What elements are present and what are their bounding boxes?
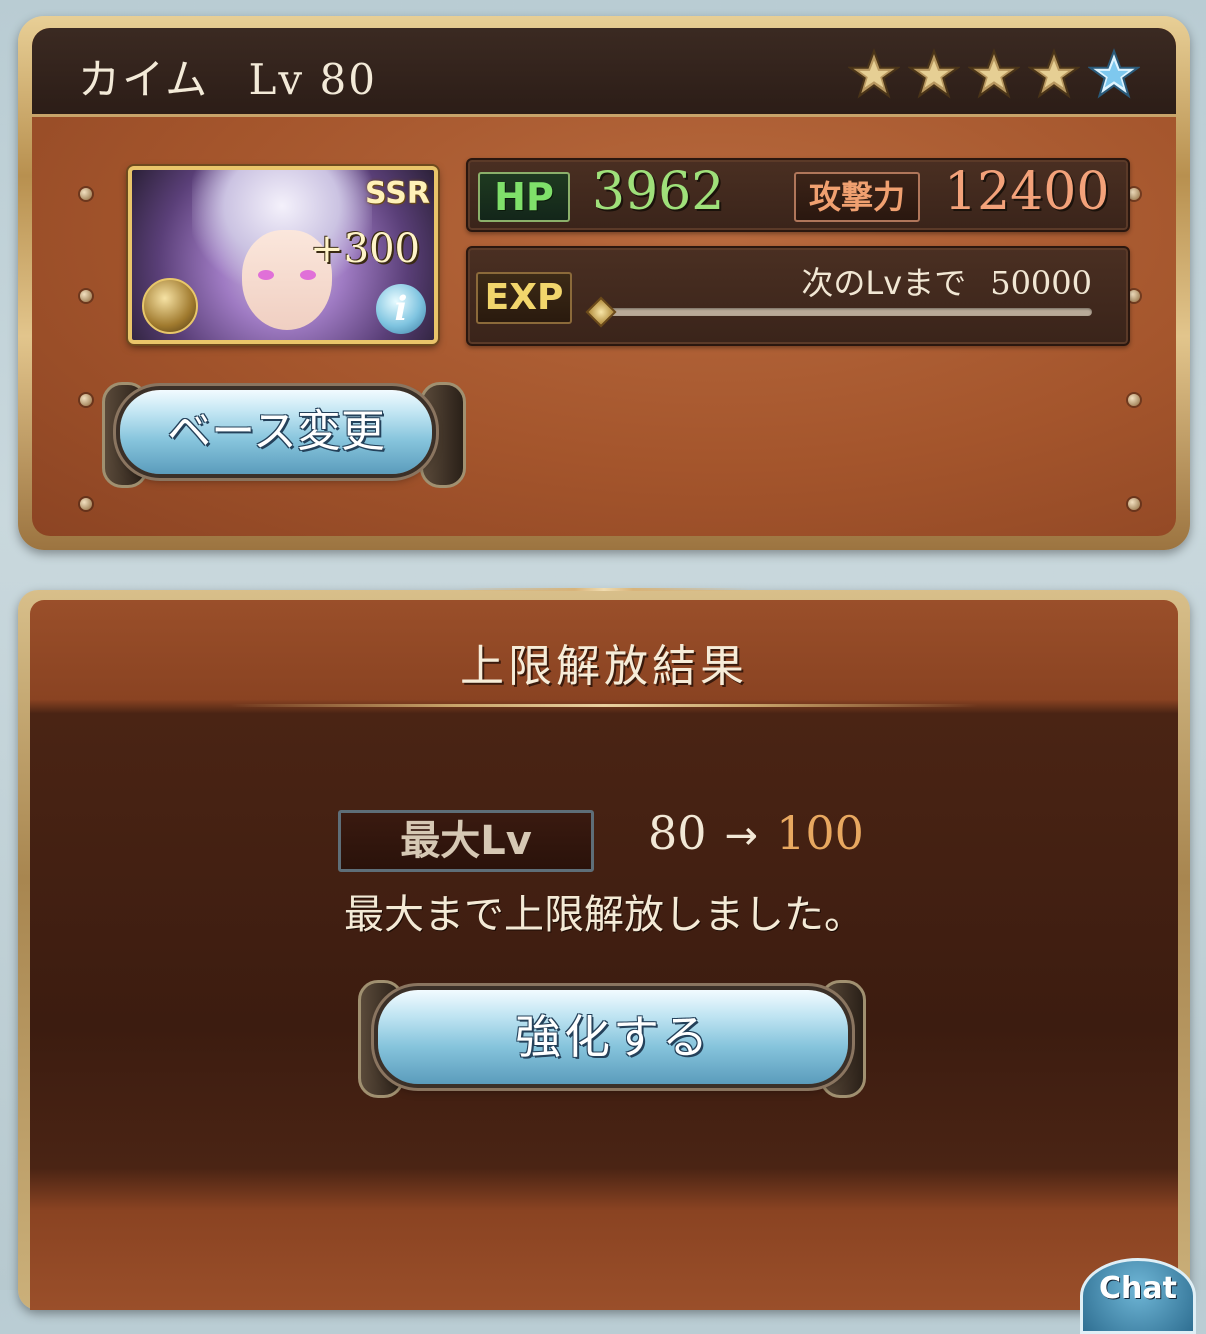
result-panel-inner: 上限解放結果 最大Lv 80 → 100 最大まで上限解放しました。 強化する xyxy=(30,600,1178,1310)
hp-label: HP xyxy=(478,172,570,222)
exp-box: EXP 次のLvまで 50000 xyxy=(466,246,1130,346)
character-title-bar: カイム Lv 80 xyxy=(32,28,1176,117)
star-icon xyxy=(968,48,1020,99)
next-level-label: 次のLvまで 50000 xyxy=(801,258,1092,304)
arrow-right-icon: → xyxy=(724,813,759,859)
star-icon xyxy=(908,48,960,99)
title-divider xyxy=(230,704,978,707)
rivet xyxy=(80,188,92,200)
rarity-stars xyxy=(848,48,1140,100)
attack-value: 12400 xyxy=(944,162,1110,222)
character-title: カイム Lv 80 xyxy=(78,46,377,107)
exp-progress-bar xyxy=(598,308,1092,316)
portrait-eye xyxy=(258,270,274,280)
from-level: 80 xyxy=(648,806,707,860)
rivet xyxy=(80,394,92,406)
level-change: 80 → 100 xyxy=(648,806,864,860)
character-level: Lv 80 xyxy=(248,55,377,104)
attack-label: 攻撃力 xyxy=(794,172,920,222)
result-title: 上限解放結果 xyxy=(460,641,748,692)
rivet xyxy=(80,290,92,302)
result-message: 最大まで上限解放しました。 xyxy=(344,892,864,938)
star-icon xyxy=(848,48,900,99)
rivet xyxy=(1128,498,1140,510)
next-level-text: 次のLvまで xyxy=(801,264,967,302)
character-card: カイム Lv 80 SSR +300 i HP 3962 攻撃力 12400 E… xyxy=(18,16,1190,550)
exp-label: EXP xyxy=(476,272,572,324)
chat-button[interactable]: Chat xyxy=(1080,1258,1196,1334)
chat-label: Chat xyxy=(1099,1271,1177,1306)
limit-break-result-panel: 上限解放結果 最大Lv 80 → 100 最大まで上限解放しました。 強化する Ch… xyxy=(18,588,1196,1334)
character-portrait[interactable]: SSR +300 i xyxy=(128,166,438,344)
next-level-value: 50000 xyxy=(990,264,1092,302)
rivet xyxy=(1128,394,1140,406)
to-level: 100 xyxy=(776,806,864,860)
stats-box: HP 3962 攻撃力 12400 xyxy=(466,158,1130,232)
rivet xyxy=(80,498,92,510)
plus-bonus: +300 xyxy=(310,226,420,272)
enhance-button[interactable]: 強化する xyxy=(378,990,848,1084)
character-name: カイム xyxy=(78,55,210,104)
panel-ornament-top xyxy=(458,588,750,591)
character-card-inner: カイム Lv 80 SSR +300 i HP 3962 攻撃力 12400 E… xyxy=(32,28,1176,536)
rarity-badge: SSR xyxy=(365,176,430,211)
hp-value: 3962 xyxy=(592,162,725,222)
max-level-label: 最大Lv xyxy=(338,810,594,872)
star-blue-icon xyxy=(1088,48,1140,99)
element-icon xyxy=(142,278,198,334)
info-icon[interactable]: i xyxy=(376,284,426,334)
star-icon xyxy=(1028,48,1080,99)
base-change-button[interactable]: ベース変更 xyxy=(120,390,432,474)
exp-progress-knob xyxy=(585,296,617,328)
